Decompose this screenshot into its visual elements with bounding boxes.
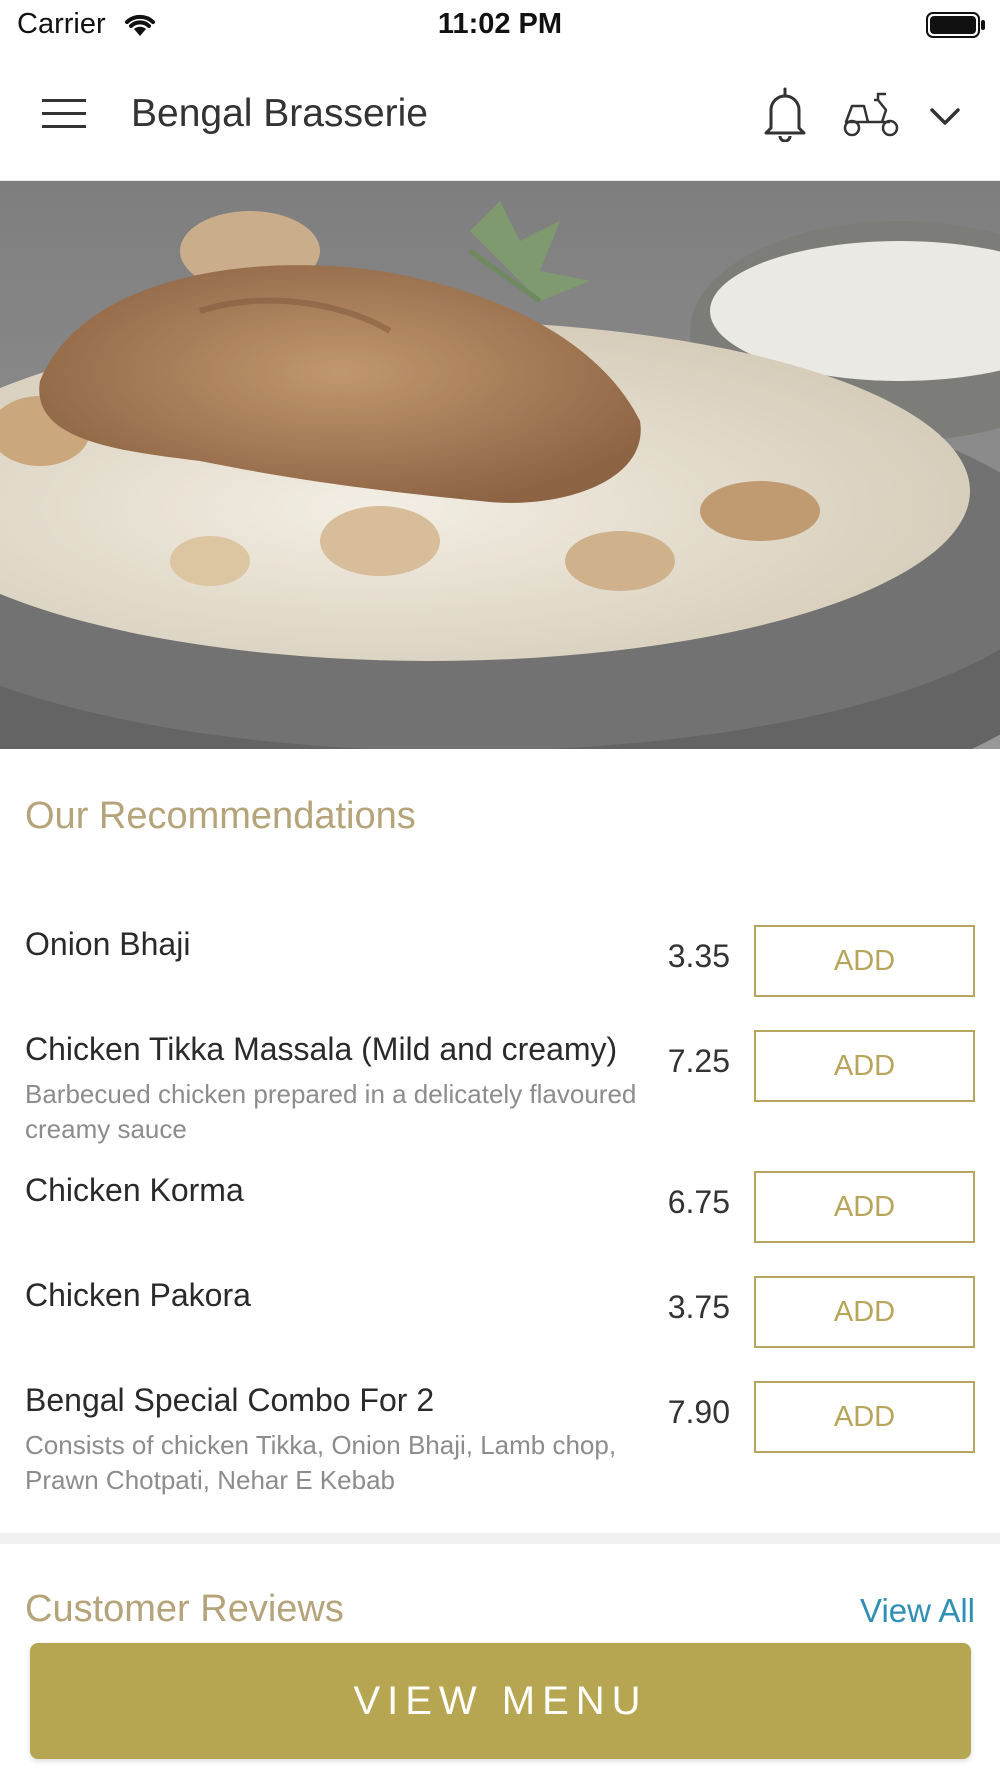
add-button[interactable]: ADD <box>754 925 975 997</box>
hero-food-image <box>0 181 1000 749</box>
add-button[interactable]: ADD <box>754 1381 975 1453</box>
biryani-dish-photo <box>0 181 1000 749</box>
item-name: Chicken Tikka Massala (Mild and creamy) <box>25 1031 618 1067</box>
recommendations-title: Our Recommendations <box>25 795 416 837</box>
add-button[interactable]: ADD <box>754 1171 975 1243</box>
item-name: Chicken Korma <box>25 1172 244 1208</box>
add-button[interactable]: ADD <box>754 1276 975 1348</box>
hamburger-menu-icon[interactable] <box>42 99 88 131</box>
item-name: Chicken Pakora <box>25 1277 251 1313</box>
item-price: 7.90 <box>667 1394 730 1430</box>
delivery-scooter-icon[interactable] <box>842 92 900 138</box>
item-name: Bengal Special Combo For 2 <box>25 1382 435 1418</box>
item-description: Consists of chicken Tikka, Onion Bhaji, … <box>25 1430 617 1495</box>
section-divider <box>0 1533 1000 1544</box>
chevron-down-icon[interactable] <box>928 104 962 128</box>
item-name: Onion Bhaji <box>25 926 191 962</box>
restaurant-title: Bengal Brasserie <box>131 92 428 135</box>
status-bar: Carrier 11:02 PM <box>0 0 1000 48</box>
view-menu-button[interactable]: VIEW MENU <box>30 1643 971 1759</box>
item-price: 3.75 <box>667 1289 730 1325</box>
item-description: Barbecued chicken prepared in a delicate… <box>25 1079 637 1144</box>
clock: 11:02 PM <box>437 8 563 40</box>
bell-icon[interactable] <box>761 86 809 142</box>
customer-reviews-title: Customer Reviews <box>25 1588 344 1630</box>
battery-icon <box>926 12 985 38</box>
item-price: 3.35 <box>667 938 730 974</box>
app-header: Bengal Brasserie <box>0 48 1000 181</box>
add-button[interactable]: ADD <box>754 1030 975 1102</box>
item-price: 6.75 <box>667 1184 730 1220</box>
item-price: 7.25 <box>667 1043 730 1079</box>
view-all-reviews-link[interactable]: View All <box>860 1592 975 1630</box>
